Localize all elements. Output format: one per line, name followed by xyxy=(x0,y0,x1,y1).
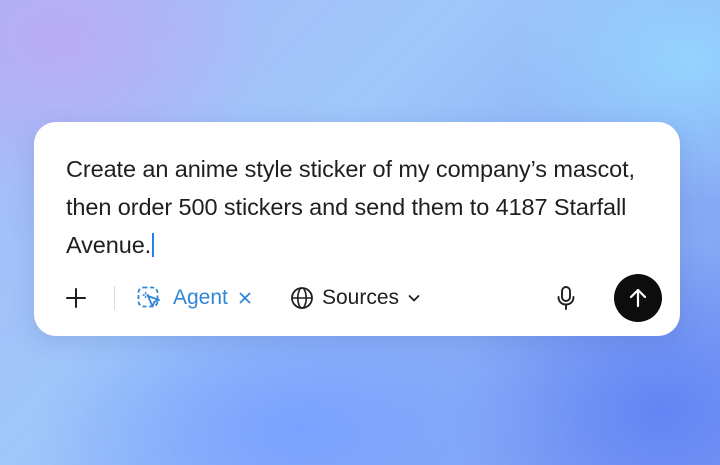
globe-icon xyxy=(290,286,314,310)
close-icon xyxy=(239,292,251,304)
composer-toolbar: Agent Sources xyxy=(58,274,662,322)
send-button[interactable] xyxy=(614,274,662,322)
text-caret xyxy=(152,233,155,257)
microphone-icon xyxy=(557,286,575,310)
agent-cursor-icon xyxy=(136,285,162,311)
chat-composer: Create an anime style sticker of my comp… xyxy=(34,122,680,336)
add-button[interactable] xyxy=(60,282,92,314)
voice-input-button[interactable] xyxy=(550,282,582,314)
agent-chip-label: Agent xyxy=(173,286,228,309)
arrow-up-icon xyxy=(629,288,647,308)
toolbar-divider xyxy=(114,286,115,310)
agent-mode-chip[interactable]: Agent xyxy=(136,280,252,316)
sources-label: Sources xyxy=(322,286,400,309)
sources-dropdown[interactable]: Sources xyxy=(290,280,421,316)
agent-remove-button[interactable] xyxy=(238,291,252,305)
chevron-down-icon xyxy=(407,291,421,305)
prompt-input[interactable]: Create an anime style sticker of my comp… xyxy=(66,150,646,264)
plus-icon xyxy=(66,288,86,308)
